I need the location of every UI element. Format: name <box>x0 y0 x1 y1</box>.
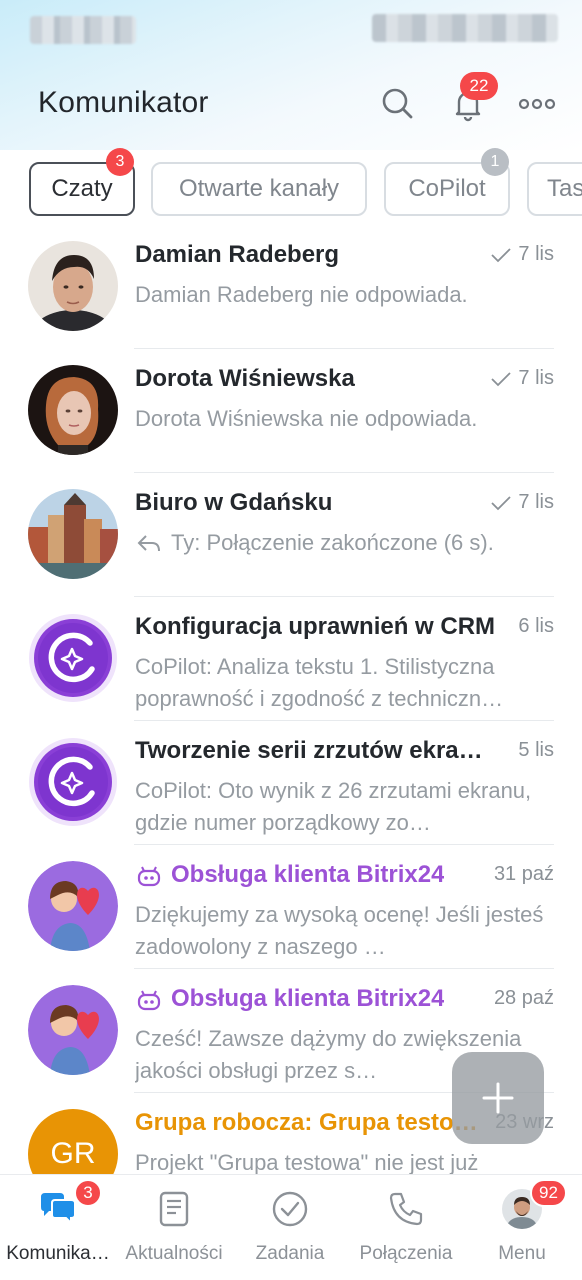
read-check-icon <box>491 247 512 262</box>
tab-otwarte-kanaly[interactable]: Otwarte kanały <box>151 162 367 216</box>
chat-date: 31 paź <box>494 863 554 886</box>
chat-date: 7 lis <box>490 243 554 266</box>
group-initials: GR <box>50 1137 96 1170</box>
chat-title: Grupa robocza: Grupa testo… <box>135 1109 478 1136</box>
group-avatar: GR <box>28 1109 118 1175</box>
chat-date: 6 lis <box>518 615 554 638</box>
avatar <box>28 241 118 331</box>
tab-czaty-badge: 3 <box>106 148 134 176</box>
read-check-icon <box>491 495 512 510</box>
tab-copilot-badge: 1 <box>481 148 509 176</box>
avatar <box>28 365 118 455</box>
tab-tasks[interactable]: Tas <box>527 162 582 216</box>
nav-label: Komunika… <box>6 1243 110 1264</box>
copilot-avatar <box>28 613 118 703</box>
chat-title: Dorota Wiśniewska <box>135 365 355 392</box>
news-icon <box>154 1189 194 1229</box>
chat-preview: Dorota Wiśniewska nie odpowiada. <box>135 406 478 431</box>
nav-badge: 92 <box>530 1179 567 1207</box>
chat-preview: Damian Radeberg nie odpowiada. <box>135 282 468 307</box>
status-bar-time-blurred <box>30 16 136 44</box>
chat-preview: Projekt "Grupa testowa" nie jest już <box>135 1150 479 1175</box>
reply-arrow-icon <box>137 535 160 552</box>
search-icon[interactable] <box>378 84 418 124</box>
chat-date-text: 5 lis <box>518 739 554 761</box>
nav-label: Zadania <box>255 1243 325 1264</box>
nav-label: Menu <box>498 1243 546 1264</box>
chat-date-text: 31 paź <box>493 863 554 885</box>
chat-title: Obsługa klienta Bitrix24 <box>171 985 445 1012</box>
new-chat-button[interactable] <box>452 1052 544 1144</box>
check-circle-icon <box>270 1189 310 1229</box>
chat-preview: Ty: Połączenie zakończone (6 s). <box>171 530 494 555</box>
chat-date-text: 7 lis <box>518 491 554 513</box>
read-check-icon <box>491 371 512 386</box>
chat-item-biuro-w-gdansku[interactable]: Biuro w Gdańsku 7 lis Ty: Połączenie zak… <box>0 473 582 597</box>
chat-preview: CoPilot: Analiza tekstu 1. Stilistyczna … <box>135 654 504 711</box>
chat-item-konfiguracja-crm[interactable]: Konfiguracja uprawnień w CRM 6 lis CoPil… <box>0 597 582 721</box>
plus-icon <box>482 1082 514 1114</box>
chat-list: Damian Radeberg 7 lis Damian Radeberg ni… <box>0 225 582 1175</box>
chat-date-text: 7 lis <box>518 243 554 265</box>
chat-date-text: 7 lis <box>518 367 554 389</box>
bot-avatar <box>28 985 118 1075</box>
phone-icon <box>386 1189 426 1229</box>
chat-title: Damian Radeberg <box>135 241 340 268</box>
nav-item-menu[interactable]: Menu 92 <box>464 1175 580 1280</box>
chat-item-tworzenie-serii[interactable]: Tworzenie serii zrzutów ekra… 5 lis CoPi… <box>0 721 582 845</box>
chat-date: 7 lis <box>490 367 554 390</box>
bot-icon <box>137 866 161 887</box>
nav-item-polaczenia[interactable]: Połączenia <box>348 1175 464 1280</box>
nav-label: Aktualności <box>125 1243 223 1264</box>
bot-icon <box>137 990 161 1011</box>
nav-item-aktualnosci[interactable]: Aktualności <box>116 1175 232 1280</box>
nav-item-zadania[interactable]: Zadania <box>232 1175 348 1280</box>
chat-date: 5 lis <box>518 739 554 762</box>
bottom-navigation: Komunika… 3 Aktualności Zadania Połączen… <box>0 1174 582 1280</box>
nav-label: Połączenia <box>359 1243 453 1264</box>
nav-item-komunikator[interactable]: Komunika… 3 <box>0 1175 116 1280</box>
chat-preview: CoPilot: Oto wynik z 26 zrzutami ekranu,… <box>135 778 532 835</box>
chat-item-obsluga-klienta-1[interactable]: Obsługa klienta Bitrix24 31 paź Dziękuje… <box>0 845 582 969</box>
page-title: Komunikator <box>38 86 209 119</box>
chat-item-damian-radeberg[interactable]: Damian Radeberg 7 lis Damian Radeberg ni… <box>0 225 582 349</box>
notifications-badge: 22 <box>460 72 498 100</box>
app-header: Komunikator 22 <box>0 72 582 136</box>
chat-date-text: 6 lis <box>518 615 554 637</box>
chat-date: 7 lis <box>490 491 554 514</box>
chat-item-dorota-wisniewska[interactable]: Dorota Wiśniewska 7 lis Dorota Wiśniewsk… <box>0 349 582 473</box>
chat-bubbles-icon <box>38 1189 78 1229</box>
avatar <box>28 489 118 579</box>
chat-date-text: 28 paź <box>493 987 554 1009</box>
chat-date: 28 paź <box>494 987 554 1010</box>
bot-avatar <box>28 861 118 951</box>
chat-title: Biuro w Gdańsku <box>135 489 333 516</box>
status-bar <box>0 0 582 60</box>
status-bar-icons-blurred <box>372 14 558 42</box>
chat-title: Tworzenie serii zrzutów ekra… <box>135 737 483 764</box>
more-icon[interactable] <box>518 84 558 124</box>
chat-preview: Dziękujemy za wysoką ocenę! Jeśli jesteś… <box>135 902 544 959</box>
nav-badge: 3 <box>74 1179 102 1207</box>
chat-title: Konfiguracja uprawnień w CRM <box>135 613 496 640</box>
copilot-avatar <box>28 737 118 827</box>
chat-title: Obsługa klienta Bitrix24 <box>171 861 445 888</box>
